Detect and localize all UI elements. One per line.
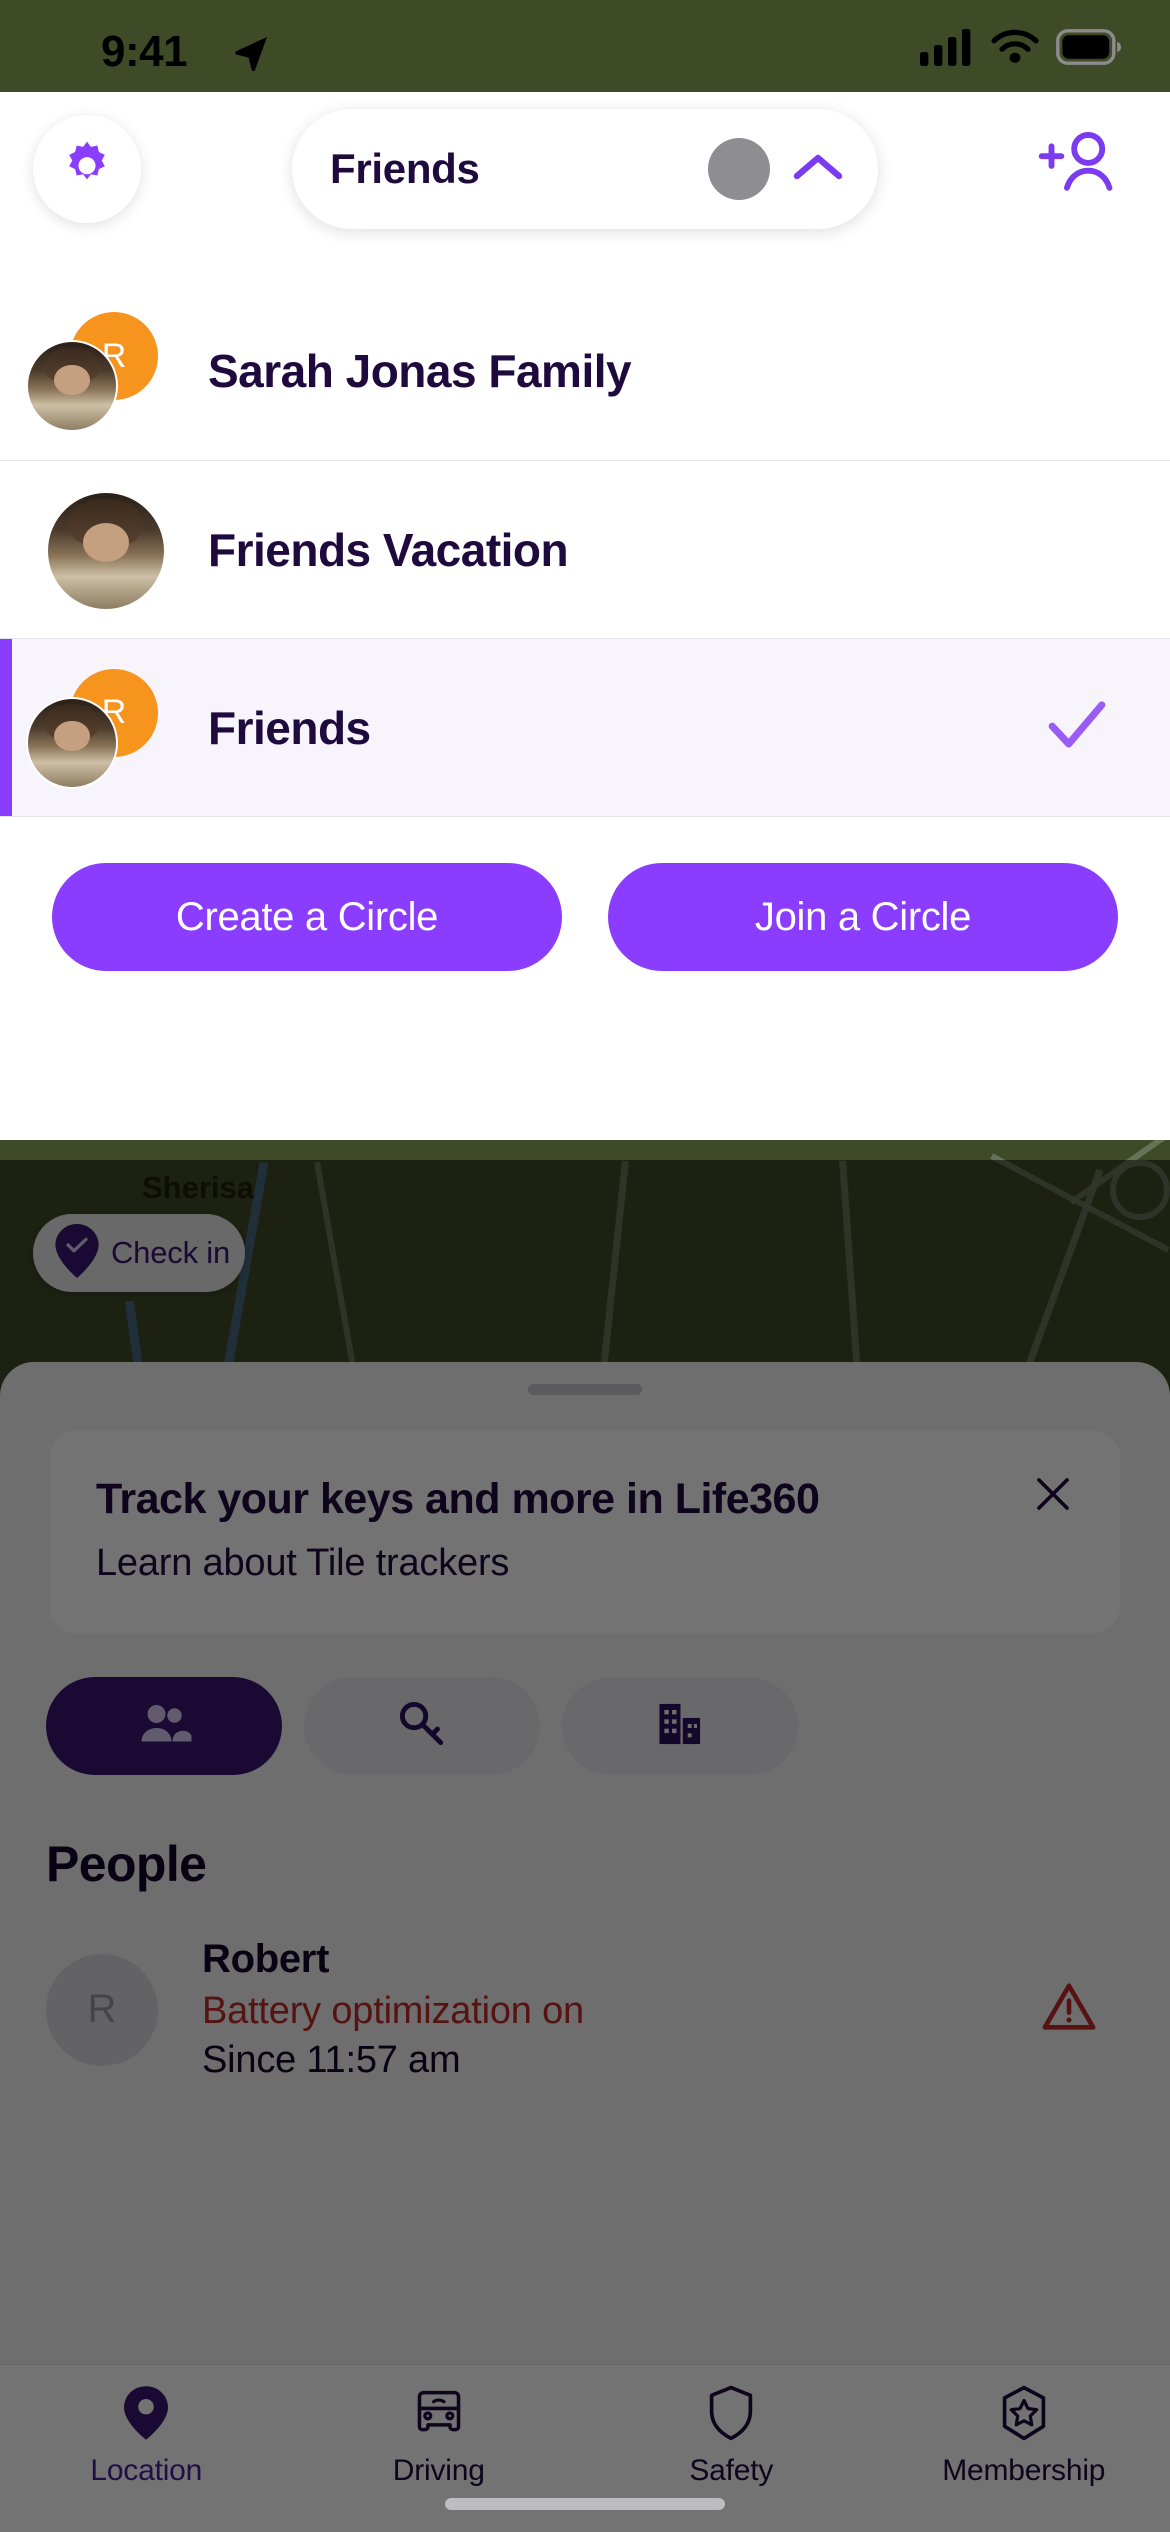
create-circle-button[interactable]: Create a Circle — [52, 863, 562, 971]
map-pin-check-icon — [55, 1223, 99, 1283]
circle-list-item[interactable]: R Sarah Jonas Family — [0, 282, 1170, 460]
circle-name: Friends — [208, 701, 371, 754]
avatar-initial: R — [87, 1987, 117, 2031]
circle-switcher-panel: Friends Sarah Jonas Family Friends Vacat… — [0, 92, 1170, 1140]
nav-label-membership: Membership — [942, 2454, 1106, 2487]
tab-people[interactable] — [46, 1677, 282, 1775]
circle-name: Friends Vacation — [208, 523, 569, 576]
person-since: Since 11:57 am — [202, 2039, 461, 2081]
person-info: Robert Battery optimization on Since 11:… — [202, 1937, 1040, 2082]
circle-avatars — [26, 492, 166, 609]
person-status: Battery optimization on — [202, 1990, 584, 2032]
places-building-icon — [652, 1696, 708, 1757]
check-in-button[interactable]: Check in — [33, 1214, 245, 1292]
circle-list-item-selected[interactable]: R Friends — [0, 638, 1170, 816]
check-in-label: Check in — [111, 1235, 231, 1270]
promo-subtitle: Learn about Tile trackers — [96, 1542, 510, 1584]
avatar-photo — [26, 696, 118, 789]
promo-title: Track your keys and more in Life360 — [96, 1475, 820, 1523]
person-list-item[interactable]: R Robert Battery optimization on Since 1… — [46, 1937, 1124, 2082]
selected-circle-name: Friends — [330, 145, 480, 192]
warning-triangle-icon[interactable] — [1040, 1978, 1098, 2041]
circle-list: R Sarah Jonas Family Friends Vacation R — [0, 282, 1170, 816]
chevron-up-icon[interactable] — [792, 150, 844, 189]
status-indicators — [920, 28, 1122, 71]
status-time: 9:41 — [101, 27, 188, 76]
tab-places[interactable] — [562, 1677, 798, 1775]
avatar-photo — [26, 340, 118, 432]
circle-list-item[interactable]: Friends Vacation — [0, 460, 1170, 638]
circle-avatars: R — [26, 312, 166, 432]
status-bar: 9:41 — [0, 0, 1170, 92]
nav-label-safety: Safety — [689, 2454, 774, 2487]
checkmark-icon — [1046, 699, 1108, 756]
nav-label-location: Location — [90, 2454, 203, 2487]
map-road — [1110, 1160, 1170, 1220]
join-circle-button[interactable]: Join a Circle — [608, 863, 1118, 971]
home-indicator — [445, 2498, 725, 2510]
shield-icon — [705, 2385, 757, 2446]
wifi-icon — [990, 28, 1040, 71]
circle-selector-pill[interactable]: Friends — [292, 109, 878, 229]
people-icon — [134, 1694, 194, 1759]
app-header: Friends — [0, 92, 1170, 229]
close-icon[interactable] — [1026, 1467, 1080, 1521]
badge-star-icon — [997, 2385, 1051, 2446]
sheet-tab-row — [46, 1677, 1170, 1775]
add-person-icon — [1035, 127, 1119, 206]
app-screen: Sherisa Check in Track your keys and mor… — [0, 0, 1170, 2532]
tile-key-icon — [394, 1696, 450, 1757]
circle-avatars: R — [26, 668, 166, 789]
tile-promo-card[interactable]: Track your keys and more in Life360 Lear… — [50, 1431, 1120, 1633]
battery-full-icon — [1056, 29, 1122, 70]
nav-item-location[interactable]: Location — [0, 2365, 293, 2532]
circle-action-buttons: Create a Circle Join a Circle — [0, 816, 1170, 1017]
location-arrow-icon — [231, 33, 271, 78]
gear-icon — [56, 136, 118, 203]
person-name: Robert — [202, 1937, 330, 1981]
drag-handle[interactable] — [528, 1384, 642, 1395]
add-member-button[interactable] — [1022, 118, 1132, 214]
tab-tile-trackers[interactable] — [304, 1677, 540, 1775]
settings-button[interactable] — [33, 115, 141, 223]
circle-name: Sarah Jonas Family — [208, 345, 632, 397]
avatar-photo — [48, 492, 164, 609]
map-place-label: Sherisa — [142, 1170, 255, 1205]
people-section-heading: People — [46, 1836, 207, 1892]
nav-item-membership[interactable]: Membership — [878, 2365, 1170, 2532]
car-icon — [412, 2385, 466, 2446]
bottom-sheet[interactable]: Track your keys and more in Life360 Lear… — [0, 1362, 1170, 2532]
cellular-signal-icon — [920, 28, 974, 71]
map-pin-icon — [120, 2385, 172, 2446]
avatar: R — [46, 1953, 158, 2066]
nav-label-driving: Driving — [392, 2454, 485, 2487]
circle-avatar — [708, 138, 770, 200]
